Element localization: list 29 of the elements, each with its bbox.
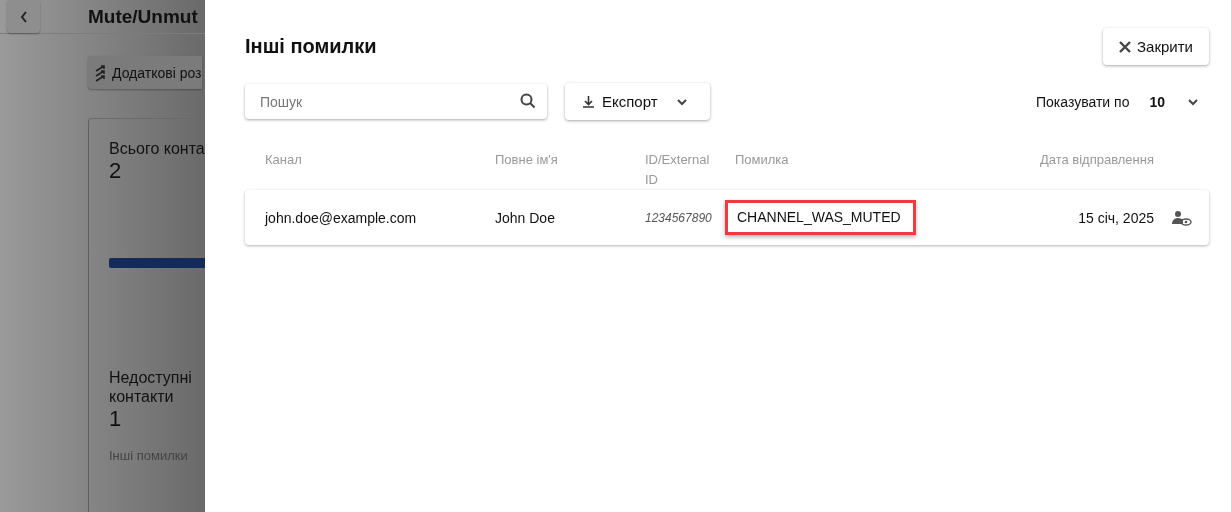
stat-value: 2 [109,158,123,184]
table-cell-text: john.doe@example.com [265,209,418,226]
back-icon [19,10,28,23]
table-cell-text: John Doe [495,209,556,226]
page-size-label: Показувати по [1036,93,1130,110]
column-header: ID/External ID [645,151,711,189]
column-header: Помилка [735,151,790,169]
stat-value: 1 [109,406,123,432]
table-cell: 15 січ, 2025 [1078,209,1154,226]
page-size-select[interactable]: 10 [1149,93,1199,110]
export-button[interactable]: Експорт [565,83,710,120]
close-button[interactable]: Закрити [1103,28,1209,65]
stat-label: Всього конта [109,139,205,158]
column-header: Дата відправлення [1039,151,1154,169]
person-eye-icon [1171,209,1192,226]
extra-settings-button[interactable]: Додаткові роз [88,56,202,89]
drawer-title: Інші помилки [245,35,377,58]
arrows-icon [94,63,108,82]
page-title: Mute/Unmut [88,5,198,28]
close-icon [1119,40,1132,53]
table-cell-text: 1234567890 [645,210,713,225]
column-header: Канал [265,151,303,169]
search-field[interactable]: Пошук [245,84,547,119]
download-icon [583,95,594,108]
stat-label: Недоступні контакти [109,368,193,406]
search-icon [520,93,536,109]
error-cell: CHANNEL_WAS_MUTED [725,200,916,235]
column-header: Повне ім'я [495,151,559,169]
view-contact-button[interactable] [1171,209,1192,226]
